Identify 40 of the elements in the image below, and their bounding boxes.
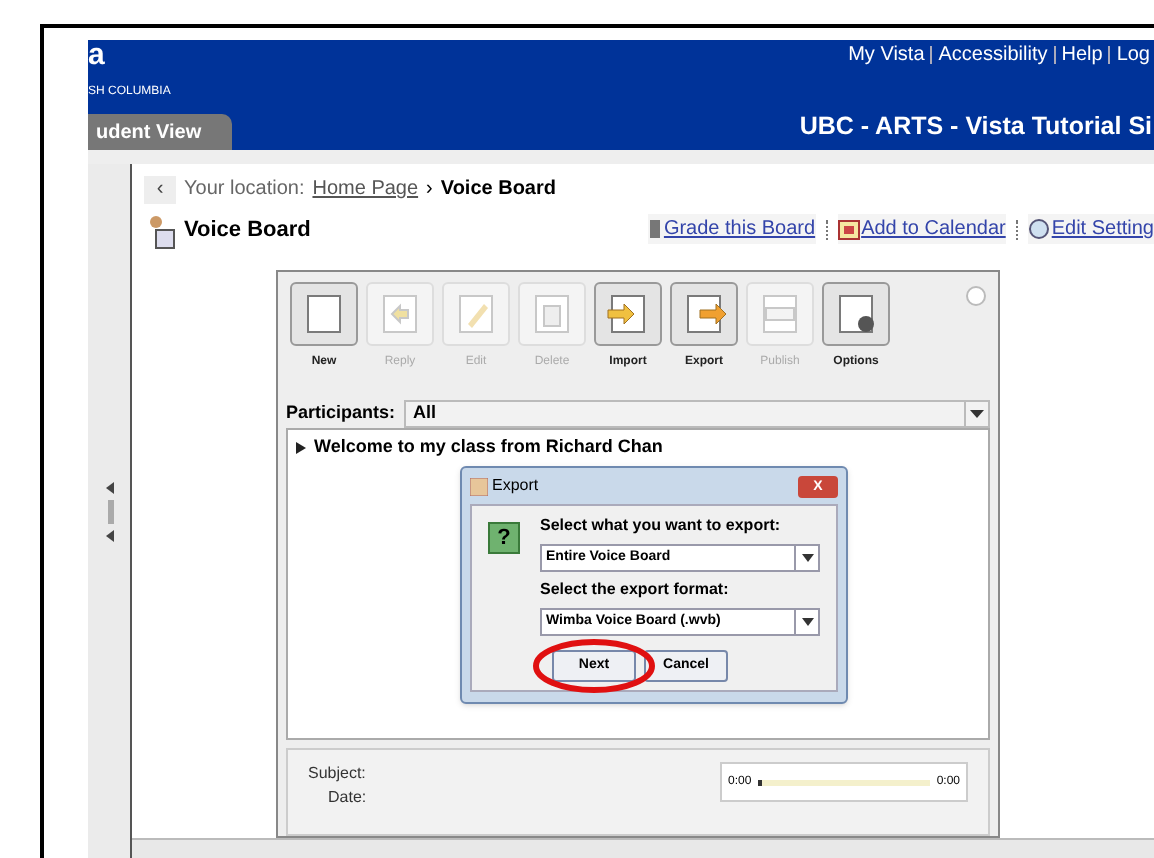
dialog-title: Export — [492, 474, 539, 498]
action-link[interactable]: Edit Setting — [1027, 214, 1154, 244]
highlight-ellipse-drawing — [532, 638, 656, 694]
breadcrumb-separator: › — [426, 176, 433, 204]
back-button[interactable]: ‹ — [144, 175, 176, 203]
toolbar-button[interactable] — [594, 282, 662, 346]
header-link[interactable]: My Vista — [848, 40, 925, 70]
detail-label: Date: — [326, 786, 367, 810]
header-link[interactable]: Log — [1116, 40, 1150, 70]
site-title: UBC - ARTS - Vista Tutorial Si — [799, 110, 1154, 145]
message-title[interactable]: Welcome to my class from Richard Chan — [314, 434, 663, 461]
home-link[interactable]: Home Page — [312, 174, 419, 204]
location-label: Your location: — [184, 176, 305, 204]
calendar-icon — [837, 219, 860, 239]
action-link[interactable]: Add to Calendar — [837, 214, 1006, 244]
settings-icon — [1027, 218, 1050, 240]
dialog-prompt: Select what you want to export: — [540, 514, 783, 538]
action-link[interactable]: Grade this Board — [647, 214, 816, 244]
page-title: Voice Board — [184, 216, 311, 246]
dropdown-caret-icon — [801, 618, 813, 626]
toolbar-button[interactable] — [822, 282, 890, 346]
dialog-prompt: Select the export format: — [540, 578, 731, 602]
book-icon — [647, 218, 662, 240]
view-tab[interactable]: udent View — [88, 114, 232, 150]
dropdown-caret-icon — [970, 410, 984, 418]
java-icon — [470, 477, 488, 495]
header-link[interactable]: Help — [1061, 40, 1103, 70]
toolbar-button[interactable] — [670, 282, 738, 346]
dropdown-caret-icon — [801, 554, 813, 562]
header-link[interactable]: Accessibility — [938, 40, 1048, 70]
logo-mark: a — [88, 40, 107, 72]
question-icon: ? — [488, 522, 520, 554]
collapse-handle-icon[interactable] — [103, 481, 115, 541]
participants-dropdown[interactable]: All — [403, 400, 990, 428]
breadcrumb-current: Voice Board — [440, 176, 556, 204]
toolbar-button[interactable] — [290, 282, 358, 346]
voice-board-icon — [144, 214, 176, 250]
participants-label: Participants: — [286, 400, 396, 427]
detail-label: Subject: — [308, 762, 367, 786]
expand-arrow-icon[interactable] — [296, 441, 306, 454]
